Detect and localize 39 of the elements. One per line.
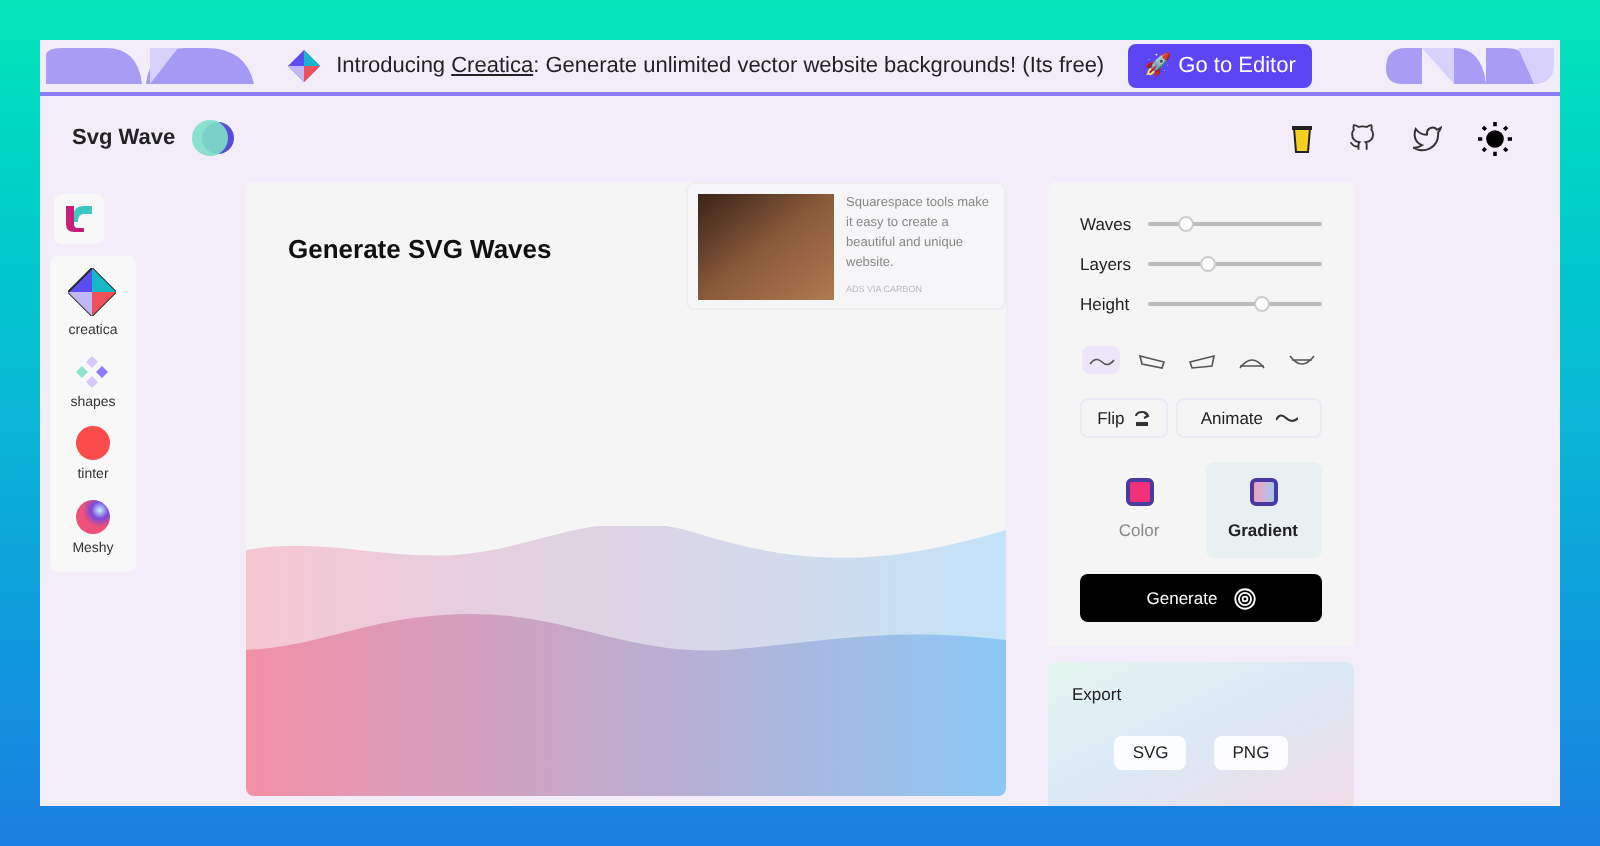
animate-button[interactable]: Animate [1175, 398, 1322, 438]
color-mode-tab[interactable]: Gradient [1205, 462, 1321, 558]
bump-pattern-icon [1386, 48, 1554, 84]
dot-icon [76, 426, 110, 460]
github-icon[interactable] [1348, 124, 1376, 152]
gradient-sphere-icon [76, 499, 110, 533]
logo-tile[interactable] [54, 194, 104, 244]
slant-shape-icon [1187, 349, 1215, 371]
cup-icon[interactable] [1292, 123, 1312, 153]
announcement-text: Introducing Creatica: Generate unlimited vector website backgrounds! (Its free) [336, 51, 1105, 82]
slider-thumb[interactable] [1200, 256, 1217, 272]
flip-button[interactable]: Flip [1080, 398, 1168, 438]
app-title: Svg Wave [72, 123, 176, 154]
slider-label: Layers [1080, 251, 1134, 277]
creatica-link[interactable]: Creatica [451, 53, 534, 78]
slant-shape-icon [1137, 349, 1165, 371]
slider-thumb[interactable] [1253, 296, 1270, 312]
circles-logo-icon [191, 120, 236, 156]
slider-label: Height [1080, 291, 1132, 317]
cube-logo-icon [288, 50, 321, 82]
wave-line-icon [1275, 412, 1298, 424]
slider-thumb[interactable] [1178, 216, 1195, 232]
flip-icon [1134, 409, 1151, 427]
generate-button[interactable]: Generate [1080, 574, 1322, 622]
concentric-circles-icon [1233, 587, 1256, 609]
diamonds-icon [76, 355, 109, 387]
sun-icon[interactable] [1478, 121, 1512, 155]
export-button[interactable]: SVG [1114, 735, 1187, 770]
page-heading: Generate SVG Waves [288, 232, 552, 268]
photo-placeholder [698, 194, 834, 300]
bird-icon[interactable] [1412, 125, 1442, 151]
slider-label: Waves [1080, 211, 1134, 237]
cube-icon [68, 268, 117, 316]
export-title: Export [1072, 682, 1124, 708]
bump-pattern-icon [46, 48, 254, 84]
f-logo-icon [66, 206, 92, 232]
export-button[interactable]: PNG [1214, 735, 1288, 770]
wave-style-button[interactable] [1082, 346, 1120, 374]
go-to-editor-button[interactable]: 🚀 Go to Editor [1128, 44, 1312, 88]
